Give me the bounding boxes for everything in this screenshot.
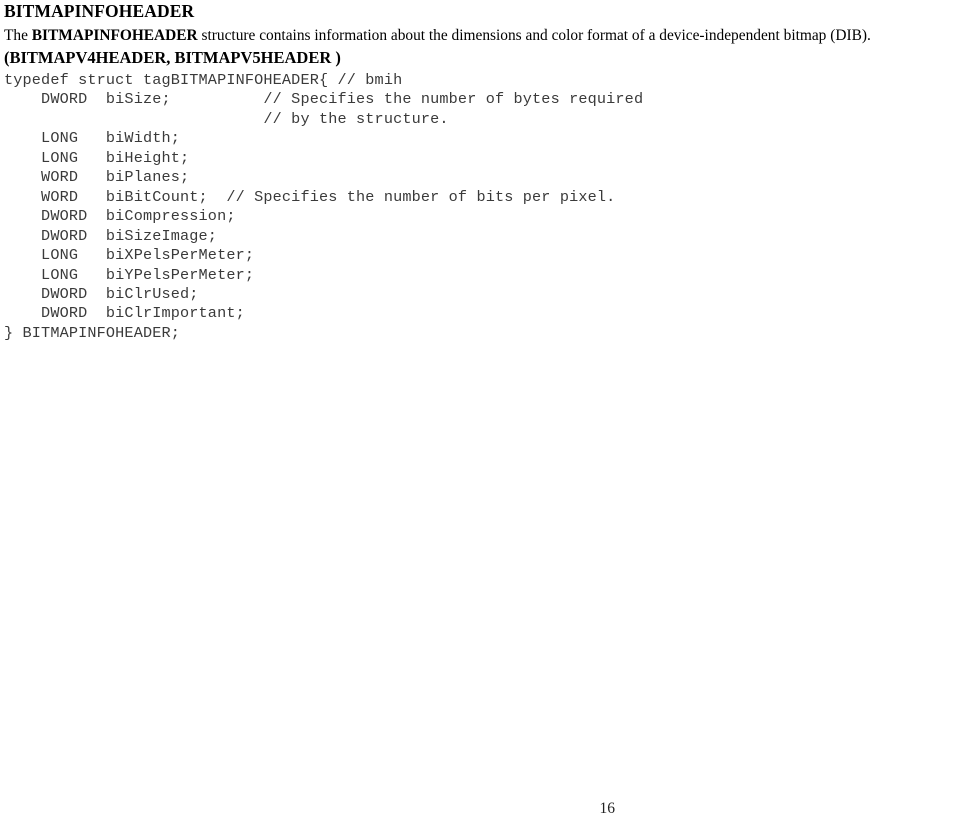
code-line: DWORD biCompression; (4, 207, 236, 226)
code-line: } BITMAPINFOHEADER; (4, 323, 181, 342)
document-page: BITMAPINFOHEADER The BITMAPINFOHEADER st… (0, 0, 960, 823)
description-suffix: structure contains information about the… (197, 27, 871, 44)
page-title: BITMAPINFOHEADER (4, 1, 195, 21)
code-line: LONG biHeight; (4, 148, 190, 167)
code-line: WORD biPlanes; (4, 168, 190, 187)
code-line: DWORD biSize; // Specifies the number of… (4, 90, 644, 109)
code-line: LONG biYPelsPerMeter; (4, 265, 255, 284)
description-paragraph: The BITMAPINFOHEADER structure contains … (4, 21, 954, 46)
code-line: LONG biXPelsPerMeter; (4, 246, 255, 265)
description-prefix: The (4, 27, 32, 44)
description-bold-term: BITMAPINFOHEADER (31, 27, 198, 44)
code-line: // by the structure. (4, 109, 449, 128)
code-line: DWORD biClrUsed; (4, 284, 199, 303)
code-block: typedef struct tagBITMAPINFOHEADER{ // b… (4, 68, 954, 343)
code-line: DWORD biSizeImage; (4, 226, 218, 245)
code-line: LONG biWidth; (4, 129, 181, 148)
code-line: DWORD biClrImportant; (4, 304, 245, 323)
code-line: WORD biBitCount; // Specifies the number… (4, 187, 616, 206)
page-number: 16 (599, 800, 616, 817)
related-structures-line: (BITMAPV4HEADER, BITMAPV5HEADER ) (4, 48, 341, 67)
page-content: BITMAPINFOHEADER The BITMAPINFOHEADER st… (4, 0, 954, 343)
code-line: typedef struct tagBITMAPINFOHEADER{ // b… (4, 71, 403, 89)
